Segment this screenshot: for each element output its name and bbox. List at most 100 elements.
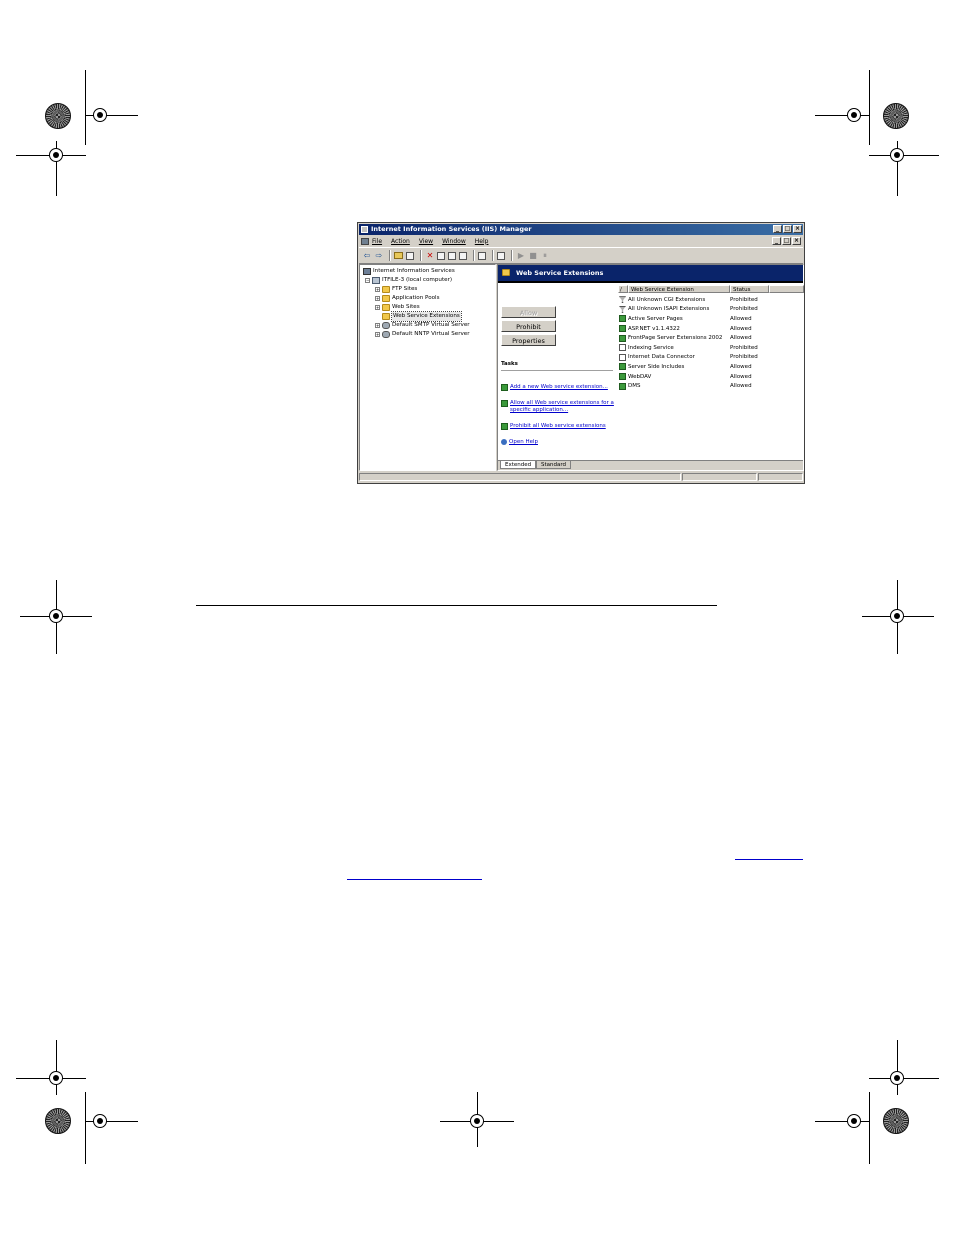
tree-computer[interactable]: − ITFILE-3 (local computer) xyxy=(365,276,452,285)
extension-prohibited-icon xyxy=(619,344,626,352)
mdi-system-menu-icon[interactable] xyxy=(361,237,369,245)
tree-item-nntp-server[interactable]: + Default NNTP Virtual Server xyxy=(375,330,470,339)
task-link[interactable]: Open Help xyxy=(509,439,538,446)
list-item[interactable]: Internet Data Connector Prohibited xyxy=(618,353,804,363)
tree-label: FTP Sites xyxy=(392,286,418,292)
expand-icon[interactable]: + xyxy=(375,323,380,328)
list-item[interactable]: All Unknown ISAPI Extensions Prohibited xyxy=(618,305,804,315)
play-icon[interactable]: ▶ xyxy=(516,251,526,261)
close-button[interactable]: × xyxy=(793,225,802,233)
help-icon xyxy=(501,439,507,445)
mdi-minimize-button[interactable]: _ xyxy=(772,237,781,245)
iis-manager-window: Internet Information Services (IIS) Mana… xyxy=(357,222,805,484)
menu-window[interactable]: Window xyxy=(442,238,466,245)
allow-button[interactable]: Allow xyxy=(501,306,556,318)
hyperlink-underline[interactable] xyxy=(347,879,482,880)
title-bar[interactable]: Internet Information Services (IIS) Mana… xyxy=(359,224,803,235)
list-item[interactable]: WebDAV Allowed xyxy=(618,372,804,382)
task-link[interactable]: Prohibit all Web service extensions xyxy=(510,423,606,430)
menu-view[interactable]: View xyxy=(419,238,433,245)
collapse-icon[interactable]: − xyxy=(365,278,370,283)
mdi-restore-button[interactable]: □ xyxy=(782,237,791,245)
task-link[interactable]: Add a new Web service extension... xyxy=(510,384,608,391)
extension-name: WebDAV xyxy=(628,373,652,380)
help-icon[interactable] xyxy=(478,251,486,260)
forward-arrow-icon[interactable]: ⇨ xyxy=(374,251,384,261)
iis-app-icon xyxy=(361,226,368,233)
computer-icon[interactable] xyxy=(497,251,505,260)
tree-label: Internet Information Services xyxy=(373,268,455,274)
tree-root[interactable]: Internet Information Services xyxy=(363,267,455,276)
crop-line xyxy=(869,1092,870,1164)
column-header-status[interactable]: Status xyxy=(730,285,769,293)
crop-line xyxy=(56,1040,57,1095)
smtp-server-icon xyxy=(382,322,390,329)
list-item[interactable]: FrontPage Server Extensions 2002 Allowed xyxy=(618,333,804,343)
tree-item-web-service-extensions[interactable]: Web Service Extensions xyxy=(382,311,462,322)
pause-icon[interactable]: ⏸ xyxy=(540,251,550,261)
status-cell xyxy=(359,473,681,481)
prohibit-button[interactable]: Prohibit xyxy=(501,320,556,332)
list-item[interactable]: ASP.NET v1.1.4322 Allowed xyxy=(618,324,804,334)
list-item[interactable]: Server Side Includes Allowed xyxy=(618,362,804,372)
registration-target-icon xyxy=(49,1071,63,1085)
properties-button[interactable]: Properties xyxy=(501,334,556,346)
mdi-controls: _ □ × xyxy=(772,237,801,245)
crop-line xyxy=(85,1092,86,1164)
hyperlink-underline[interactable] xyxy=(735,859,803,860)
tree-item-smtp-server[interactable]: + Default SMTP Virtual Server xyxy=(375,321,470,330)
column-header-icon[interactable]: / xyxy=(618,285,628,293)
task-allow-all-for-app[interactable]: Allow all Web service extensions for a s… xyxy=(501,400,616,414)
minimize-button[interactable]: _ xyxy=(773,225,782,233)
expand-icon[interactable]: + xyxy=(375,287,380,292)
nntp-server-icon xyxy=(382,331,390,338)
list-item[interactable]: Indexing Service Prohibited xyxy=(618,343,804,353)
tree-item-ftp-sites[interactable]: + FTP Sites xyxy=(375,285,417,294)
task-add-extension[interactable]: Add a new Web service extension... xyxy=(501,384,616,391)
tree-item-web-sites[interactable]: + Web Sites xyxy=(375,303,420,312)
folder-icon xyxy=(382,304,390,311)
registration-target-icon xyxy=(890,1071,904,1085)
extension-allowed-icon xyxy=(619,315,626,323)
extension-prohibited-icon xyxy=(619,353,626,361)
menu-action[interactable]: Action xyxy=(391,238,410,245)
list-item[interactable]: Active Server Pages Allowed xyxy=(618,314,804,324)
registration-target-icon xyxy=(49,148,63,162)
tab-standard[interactable]: Standard xyxy=(536,461,572,469)
mdi-close-button[interactable]: × xyxy=(792,237,801,245)
maximize-button[interactable]: □ xyxy=(783,225,792,233)
back-arrow-icon[interactable]: ⇦ xyxy=(362,251,372,261)
registration-sunburst-icon xyxy=(45,103,71,129)
filter-icon xyxy=(619,305,626,313)
pane-title: Web Service Extensions xyxy=(516,269,604,277)
menu-help[interactable]: Help xyxy=(475,238,489,245)
window-title: Internet Information Services (IIS) Mana… xyxy=(371,225,532,233)
delete-icon[interactable]: ✕ xyxy=(425,251,435,261)
expand-icon[interactable]: + xyxy=(375,305,380,310)
expand-icon[interactable]: + xyxy=(375,332,380,337)
tab-extended[interactable]: Extended xyxy=(500,461,537,469)
extension-name: Internet Data Connector xyxy=(628,354,695,361)
column-header-extension[interactable]: Web Service Extension xyxy=(628,285,730,293)
computer-icon xyxy=(372,277,380,284)
window-controls: _ □ × xyxy=(773,225,802,233)
up-folder-icon[interactable] xyxy=(394,252,403,259)
task-open-help[interactable]: Open Help xyxy=(501,439,616,446)
toolbar: ⇦ ⇨ ✕ ▶ ■ ⏸ xyxy=(359,247,803,264)
task-link[interactable]: Allow all Web service extensions for a s… xyxy=(510,400,616,414)
refresh-icon[interactable] xyxy=(448,251,456,260)
crop-line xyxy=(869,70,870,145)
expand-icon[interactable]: + xyxy=(375,296,380,301)
extension-name: Active Server Pages xyxy=(628,315,683,322)
menu-file[interactable]: File xyxy=(372,238,382,245)
export-list-icon[interactable] xyxy=(459,251,467,260)
folder-icon xyxy=(382,295,390,302)
tree-item-application-pools[interactable]: + Application Pools xyxy=(375,294,440,303)
stop-icon[interactable]: ■ xyxy=(528,251,538,261)
list-item[interactable]: DMS Allowed xyxy=(618,381,804,391)
extension-status: Allowed xyxy=(730,335,752,342)
show-hide-tree-icon[interactable] xyxy=(406,251,414,260)
task-prohibit-all[interactable]: Prohibit all Web service extensions xyxy=(501,423,616,430)
properties-icon[interactable] xyxy=(437,251,445,260)
list-item[interactable]: All Unknown CGI Extensions Prohibited xyxy=(618,295,804,305)
